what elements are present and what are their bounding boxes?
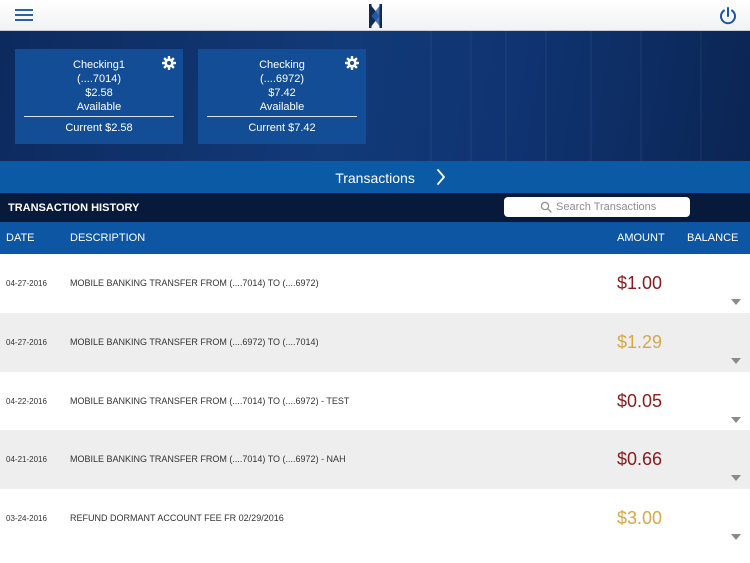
transaction-amount: $3.00 bbox=[617, 508, 663, 528]
account-card-checking[interactable]: Checking (....6972) $7.42 Available Curr… bbox=[198, 49, 366, 144]
transaction-row[interactable]: 03-24-2016 REFUND DORMANT ACCOUNT FEE FR… bbox=[0, 489, 750, 548]
divider bbox=[207, 116, 357, 117]
transaction-list: 04-27-2016 MOBILE BANKING TRANSFER FROM … bbox=[0, 254, 750, 548]
transaction-date: 04-27-2016 bbox=[6, 279, 47, 288]
transaction-row[interactable]: 04-21-2016 MOBILE BANKING TRANSFER FROM … bbox=[0, 430, 750, 489]
transaction-amount: $1.29 bbox=[617, 331, 663, 352]
transaction-description: MOBILE BANKING TRANSFER FROM (....7014) … bbox=[70, 395, 350, 406]
expand-arrow-icon[interactable] bbox=[731, 299, 741, 305]
transaction-amount: $1.00 bbox=[617, 273, 663, 293]
search-input[interactable] bbox=[556, 199, 686, 215]
gear-icon[interactable] bbox=[162, 56, 176, 70]
current-balance: Current $2.58 bbox=[65, 122, 133, 134]
transaction-date: 04-21-2016 bbox=[6, 455, 47, 465]
column-header-date[interactable]: DATE bbox=[6, 232, 35, 244]
chevron-right-icon[interactable] bbox=[436, 169, 446, 185]
transaction-amount: $0.05 bbox=[617, 390, 663, 411]
transaction-date: 03-24-2016 bbox=[6, 514, 47, 523]
table-header: DATE DESCRIPTION AMOUNT BALANCE bbox=[0, 222, 750, 254]
bank-logo bbox=[369, 4, 382, 28]
account-name: Checking bbox=[259, 59, 305, 71]
transaction-description: MOBILE BANKING TRANSFER FROM (....7014) … bbox=[70, 454, 346, 465]
transaction-row[interactable]: 04-22-2016 MOBILE BANKING TRANSFER FROM … bbox=[0, 371, 750, 431]
account-number: (....6972) bbox=[259, 73, 305, 85]
transaction-description: REFUND DORMANT ACCOUNT FEE FR 02/29/2016 bbox=[70, 513, 284, 523]
section-title: TRANSACTION HISTORY bbox=[8, 202, 140, 214]
expand-arrow-icon[interactable] bbox=[731, 357, 741, 364]
accounts-panel: Checking1 (....7014) $2.58 Available Cur… bbox=[0, 31, 750, 161]
transaction-history-header: TRANSACTION HISTORY bbox=[0, 193, 750, 222]
transaction-amount: $0.66 bbox=[617, 449, 663, 470]
column-header-description[interactable]: DESCRIPTION bbox=[70, 232, 145, 244]
search-icon bbox=[540, 201, 552, 213]
available-amount: $7.42 bbox=[268, 87, 296, 99]
transactions-nav-bar[interactable]: Transactions bbox=[0, 161, 750, 193]
top-bar bbox=[0, 0, 750, 31]
expand-arrow-icon[interactable] bbox=[731, 534, 741, 540]
divider bbox=[24, 116, 174, 117]
expand-arrow-icon[interactable] bbox=[731, 416, 741, 423]
column-header-amount[interactable]: AMOUNT bbox=[617, 232, 665, 244]
column-header-balance[interactable]: BALANCE bbox=[687, 232, 738, 244]
available-label: Available bbox=[76, 101, 122, 113]
transaction-date: 04-22-2016 bbox=[6, 396, 47, 406]
transactions-label: Transactions bbox=[335, 170, 415, 186]
transaction-row[interactable]: 04-27-2016 MOBILE BANKING TRANSFER FROM … bbox=[0, 254, 750, 313]
account-card-checking1[interactable]: Checking1 (....7014) $2.58 Available Cur… bbox=[15, 49, 183, 144]
account-number: (....7014) bbox=[76, 73, 122, 85]
transaction-description: MOBILE BANKING TRANSFER FROM (....7014) … bbox=[70, 278, 319, 288]
hamburger-menu-icon[interactable] bbox=[15, 8, 33, 22]
available-label: Available bbox=[259, 101, 305, 113]
transaction-row[interactable]: 04-27-2016 MOBILE BANKING TRANSFER FROM … bbox=[0, 312, 750, 372]
power-icon[interactable] bbox=[718, 6, 738, 26]
transaction-description: MOBILE BANKING TRANSFER FROM (....6972) … bbox=[70, 336, 319, 347]
gear-icon[interactable] bbox=[345, 56, 359, 70]
expand-arrow-icon[interactable] bbox=[731, 475, 741, 482]
transaction-date: 04-27-2016 bbox=[6, 337, 47, 347]
account-name: Checking1 bbox=[73, 59, 125, 71]
current-balance: Current $7.42 bbox=[248, 122, 316, 134]
available-amount: $2.58 bbox=[85, 87, 113, 99]
search-box[interactable] bbox=[504, 197, 690, 217]
